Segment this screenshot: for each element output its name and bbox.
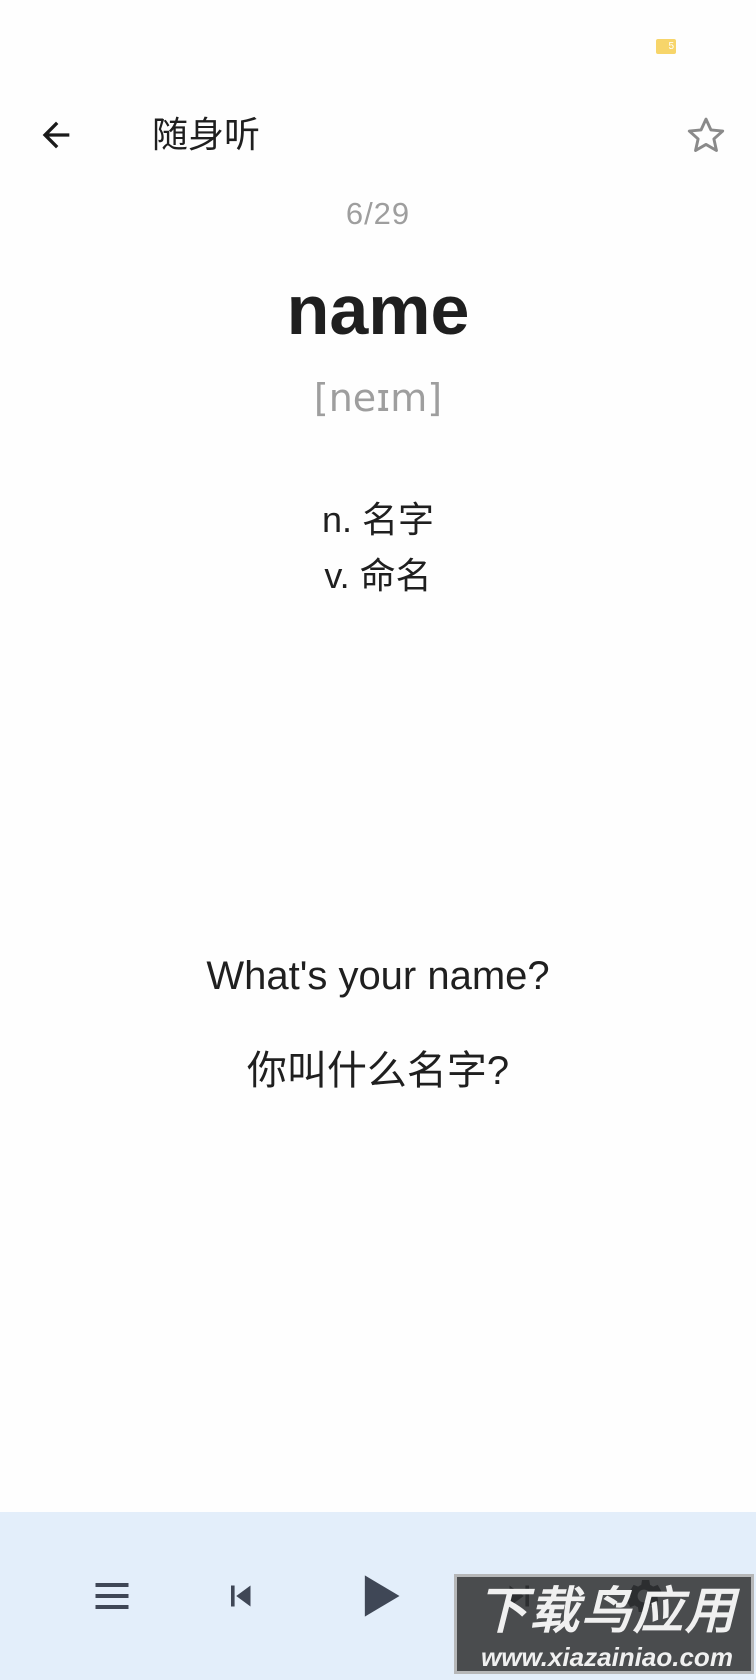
arrow-left-icon (42, 121, 70, 149)
word-phonetic: [neɪm] (313, 376, 443, 420)
status-bar: 5 (0, 0, 756, 90)
watermark-url: www.xiazainiao.com (481, 1642, 733, 1672)
play-icon (364, 1575, 400, 1617)
playlist-menu-button[interactable] (80, 1564, 144, 1628)
watermark-title: 下载鸟应用 (477, 1583, 737, 1639)
example-sentence-zh: 你叫什么名字? (246, 1049, 510, 1093)
progress-counter: 6/29 (345, 196, 411, 231)
watermark-logo: 下载鸟应用 www.xiazainiao.com (454, 1574, 754, 1674)
star-outline-icon (687, 117, 725, 152)
play-button[interactable] (348, 1564, 412, 1628)
menu-icon (95, 1582, 129, 1610)
word-headword: name (286, 271, 470, 349)
previous-button[interactable] (208, 1564, 272, 1628)
definition-line: v. 命名 (324, 555, 432, 596)
favorite-button[interactable] (678, 108, 734, 164)
word-listen-screen: 5 随身听 6/29 name [neɪm] n. 名字 v. 命名 What'… (0, 0, 756, 1680)
definitions: n. 名字 v. 命名 (0, 492, 756, 604)
skip-previous-icon (231, 1585, 251, 1607)
app-bar: 随身听 (0, 90, 756, 180)
back-button[interactable] (28, 107, 84, 163)
example-sentence-en: What's your name? (206, 954, 550, 998)
page-title: 随身听 (152, 114, 261, 155)
battery-icon: 5 (656, 39, 676, 54)
battery-label: 5 (668, 41, 674, 52)
definition-line: n. 名字 (321, 499, 435, 540)
